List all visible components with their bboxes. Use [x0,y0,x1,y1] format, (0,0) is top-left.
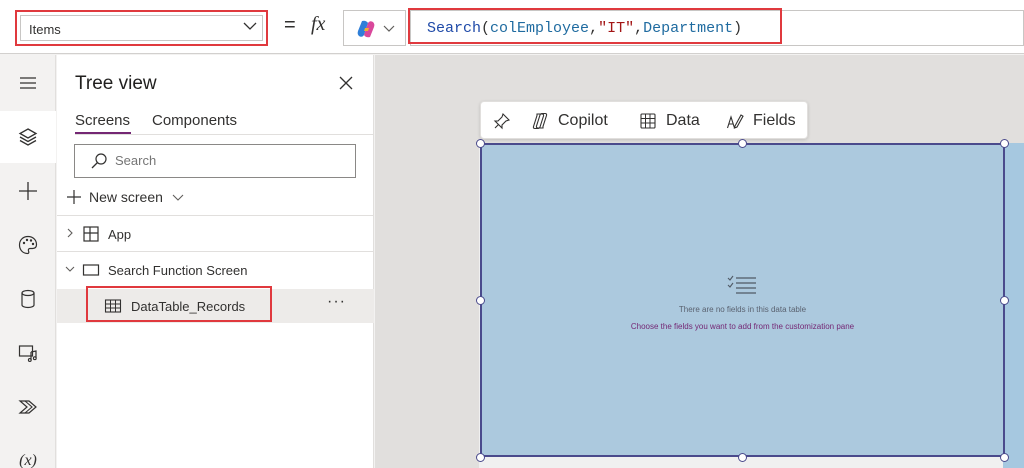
data-label: Data [666,112,700,129]
property-dropdown[interactable]: Items [15,10,268,46]
search-icon [91,153,107,169]
tree-node-label: App [108,227,132,242]
chevron-right-icon[interactable] [64,227,76,239]
tab-components[interactable]: Components [152,112,237,129]
data-button[interactable] [0,273,56,325]
variables-button[interactable]: (x) [0,435,56,468]
copilot-label: Copilot [558,112,608,129]
power-automate-button[interactable] [0,381,56,433]
fx-icon[interactable]: fx [311,13,325,36]
tree-view-button[interactable] [0,111,56,163]
database-icon [21,289,35,309]
search-input[interactable] [115,153,335,168]
palette-icon [18,235,38,255]
plus-icon [67,190,81,204]
copilot-icon [357,20,375,38]
property-dropdown-value: Items [29,22,61,37]
tree-node-label: Search Function Screen [108,263,248,278]
pin-button[interactable] [493,110,520,132]
left-rail: (x) [0,55,56,468]
tree-node-screen[interactable]: Search Function Screen [57,253,374,287]
design-canvas[interactable]: Copilot Data Fields There are no fields … [375,55,1024,468]
control-context-toolbar: Copilot Data Fields [480,101,808,139]
copilot-outline-icon [532,112,548,130]
data-table-control[interactable]: There are no fields in this data table C… [480,143,1005,457]
tree-node-app[interactable]: App [57,217,374,251]
resize-handle-right[interactable] [1000,296,1009,305]
media-button[interactable] [0,327,56,379]
screen-icon [82,264,100,276]
automate-icon [18,400,37,414]
checklist-icon [727,275,756,294]
new-screen-label: New screen [89,189,163,205]
theme-button[interactable] [0,219,56,271]
formula-bar: Items = fx Search(colEmployee,"IT",Depar… [0,0,1024,54]
chevron-down-icon [243,22,257,30]
empty-state-hint: Choose the fields you want to add from t… [630,322,855,331]
app-icon [83,226,99,242]
layers-icon [18,128,38,146]
panel-title: Tree view [75,73,157,94]
fields-label: Fields [753,112,796,129]
tree-search-box [74,144,356,178]
close-icon[interactable] [337,74,355,92]
media-icon [18,345,37,362]
resize-handle-bottom-left[interactable] [476,453,485,462]
tree-view-panel: Tree view Screens Components New screen … [57,55,374,468]
resize-handle-top[interactable] [738,139,747,148]
resize-handle-bottom-right[interactable] [1000,453,1009,462]
menu-button[interactable] [0,57,56,109]
menu-icon [20,77,36,89]
fields-edit-icon [726,114,744,129]
screen-edge [1003,143,1024,468]
resize-handle-bottom[interactable] [738,453,747,462]
tab-divider [75,134,374,135]
table-icon [640,113,656,129]
plus-icon [19,182,37,200]
chevron-down-icon[interactable] [64,263,76,275]
resize-handle-left[interactable] [476,296,485,305]
chevron-down-icon [383,25,395,32]
chevron-down-icon [172,194,184,201]
variables-icon: (x) [19,452,37,468]
data-button[interactable]: Data [639,110,700,132]
empty-state-message: There are no fields in this data table [678,305,807,314]
resize-handle-top-left[interactable] [476,139,485,148]
resize-handle-top-right[interactable] [1000,139,1009,148]
new-screen-button[interactable]: New screen [65,185,185,209]
power-apps-studio: Items = fx Search(colEmployee,"IT",Depar… [0,0,1024,468]
equals-sign: = [284,14,296,36]
tab-screens[interactable]: Screens [75,112,130,129]
fields-button[interactable]: Fields [726,110,796,132]
pin-icon [493,112,511,130]
formula-highlight-box [408,8,782,44]
divider [57,251,374,252]
copilot-button[interactable]: Copilot [531,110,608,132]
insert-button[interactable] [0,165,56,217]
copilot-formula-button[interactable] [343,10,406,46]
divider [57,215,374,216]
control-highlight-box [86,286,272,322]
more-options-button[interactable]: ··· [327,293,346,311]
